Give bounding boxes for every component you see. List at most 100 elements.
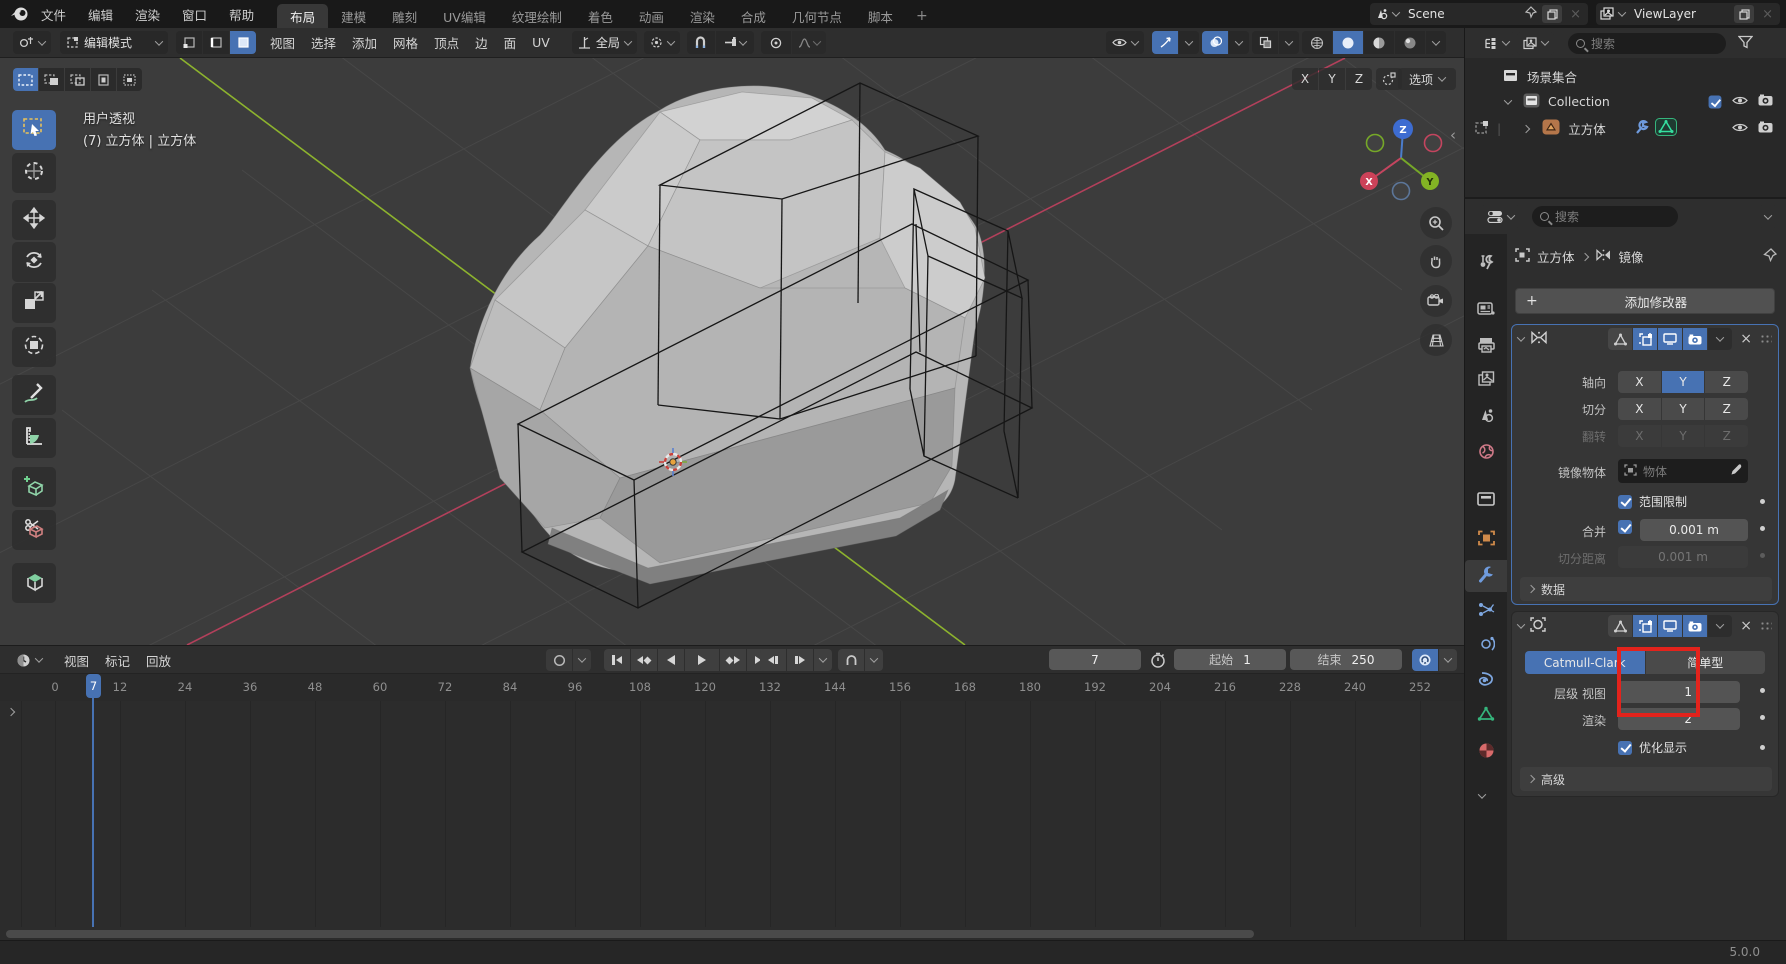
timeline-scrollbar[interactable]	[6, 930, 1254, 938]
menu-3[interactable]: 窗口	[171, 0, 218, 28]
viewport-menu-7[interactable]: UV	[524, 28, 558, 58]
play-reverse-button[interactable]	[658, 649, 684, 671]
tool-select-box-button[interactable]	[12, 110, 56, 150]
workspace-tab-3[interactable]: UV编辑	[430, 4, 499, 28]
hide-eye-icon[interactable]	[1732, 121, 1748, 136]
expand-icon[interactable]	[1522, 124, 1530, 132]
visibility-dropdown[interactable]	[1106, 31, 1144, 54]
shading-wireframe-button[interactable]	[1302, 31, 1332, 54]
properties-tab-output[interactable]	[1465, 331, 1507, 363]
tool-rip-region-button[interactable]	[12, 510, 56, 550]
animate-dot[interactable]	[1760, 526, 1765, 531]
viewport-menu-5[interactable]: 边	[467, 28, 496, 58]
workspace-tab-4[interactable]: 纹理绘制	[499, 4, 575, 28]
select-mode-edge-button[interactable]	[203, 31, 229, 54]
display-realtime-toggle[interactable]	[1658, 328, 1682, 350]
workspace-tab-2[interactable]: 雕刻	[379, 4, 430, 28]
auto-keying-dropdown[interactable]	[573, 649, 591, 671]
next-keyframe-button[interactable]	[720, 649, 746, 671]
outliner-filter-image-dropdown[interactable]	[1517, 32, 1554, 55]
mirror-axis-x-button[interactable]: X	[1618, 371, 1661, 393]
clipping-checkbox[interactable]	[1618, 495, 1632, 509]
mirror-axis-y-button[interactable]: Y	[1662, 371, 1705, 393]
workspace-tab-7[interactable]: 渲染	[677, 4, 728, 28]
mode-selector[interactable]: 编辑模式	[60, 31, 168, 54]
viewport-menu-1[interactable]: 选择	[303, 28, 344, 58]
expand-icon[interactable]	[1517, 333, 1525, 341]
workspace-tab-8[interactable]: 合成	[728, 4, 779, 28]
show-overlays-toggle[interactable]	[1202, 31, 1228, 54]
timeline-tracks[interactable]	[0, 701, 1464, 927]
show-gizmo-toggle[interactable]	[1152, 31, 1178, 54]
remove-view-layer-button[interactable]: ×	[1759, 7, 1776, 22]
properties-search-input[interactable]: 搜索	[1532, 206, 1678, 227]
properties-tab-scene[interactable]	[1465, 401, 1507, 433]
gizmo-dropdown[interactable]	[1179, 31, 1199, 54]
workspace-tab-0[interactable]: 布局	[277, 4, 328, 28]
tool-mirror-x-toggle[interactable]: X	[1292, 68, 1318, 90]
zoom-button[interactable]	[1420, 207, 1452, 239]
menu-4[interactable]: 帮助	[218, 0, 265, 28]
properties-tab-collection[interactable]	[1465, 484, 1507, 516]
properties-tab-material[interactable]	[1465, 736, 1507, 768]
viewport-menu-0[interactable]: 视图	[262, 28, 303, 58]
workspace-tab-5[interactable]: 着色	[575, 4, 626, 28]
outliner-search-input[interactable]: 搜索	[1568, 33, 1726, 54]
tool-mirror-y-toggle[interactable]: Y	[1319, 68, 1345, 90]
animate-dot[interactable]	[1760, 499, 1765, 504]
3d-viewport[interactable]: Z X Y XYZ 选项 用户透视 (7)	[0, 58, 1464, 645]
view-layer-selector[interactable]: ViewLayer ×	[1596, 3, 1780, 25]
jump-to-start-button[interactable]	[604, 649, 630, 671]
timeline-ruler[interactable]: 0122436486072849610812013214415616818019…	[0, 674, 1464, 701]
mirror-flip-x-button[interactable]: X	[1618, 425, 1661, 447]
select-mode-vertex-button[interactable]	[176, 31, 202, 54]
mirror-flip-z-button[interactable]: Z	[1705, 425, 1748, 447]
select-mode-face-button[interactable]	[230, 31, 256, 54]
display-realtime-toggle[interactable]	[1658, 615, 1682, 637]
scene-selector[interactable]: Scene ×	[1370, 3, 1588, 25]
collection-checkbox[interactable]	[1709, 95, 1722, 108]
gizmo-z-neg-axis[interactable]	[1393, 183, 1410, 200]
display-in-editmode-toggle[interactable]	[1633, 328, 1657, 350]
subdivision-panel-header[interactable]: ×	[1512, 612, 1778, 640]
display-on-cage-toggle[interactable]	[1608, 328, 1632, 350]
tool-move-button[interactable]	[12, 200, 56, 240]
pivot-point-selector[interactable]	[644, 31, 680, 54]
frame-step-dropdown[interactable]	[814, 649, 832, 671]
merge-checkbox[interactable]	[1618, 520, 1632, 534]
levels-render-field[interactable]: 2	[1618, 708, 1740, 730]
catmull-clark-button[interactable]: Catmull-Clark	[1525, 651, 1645, 674]
properties-filter-dropdown[interactable]	[1481, 205, 1520, 228]
eyedropper-icon[interactable]	[1729, 463, 1742, 479]
collection-row[interactable]: Collection	[1465, 89, 1786, 114]
menu-0[interactable]: 文件	[30, 0, 77, 28]
mirror-bisect-z-button[interactable]: Z	[1705, 398, 1748, 420]
timeline-menu-1[interactable]: 标记	[97, 645, 138, 675]
overlays-dropdown[interactable]	[1229, 31, 1249, 54]
new-scene-button[interactable]	[1542, 5, 1562, 23]
tool-extrude-region-button[interactable]	[12, 563, 56, 603]
tool-add-cube-button[interactable]	[12, 467, 56, 507]
snap-settings-dropdown[interactable]	[716, 31, 754, 54]
proportional-edit-toggle[interactable]	[761, 31, 791, 54]
tool-measure-button[interactable]	[12, 418, 56, 458]
properties-options-dropdown[interactable]	[1759, 205, 1777, 228]
merge-threshold-field[interactable]: 0.001 m	[1640, 519, 1748, 541]
properties-tab-constraints[interactable]	[1465, 665, 1507, 697]
breadcrumb-modifier-name[interactable]: 镜像	[1619, 247, 1644, 266]
disable-render-camera-icon[interactable]	[1758, 94, 1773, 109]
blender-logo-icon[interactable]	[10, 5, 29, 26]
shading-material-button[interactable]	[1364, 31, 1394, 54]
auto-keying-toggle[interactable]	[546, 649, 572, 671]
transform-orientation-selector[interactable]: 全局	[572, 31, 637, 54]
timeline-menu-0[interactable]: 视图	[56, 645, 97, 675]
car-mesh[interactable]	[470, 86, 985, 584]
modifier-extras-dropdown[interactable]	[1708, 615, 1732, 637]
shading-solid-button[interactable]	[1333, 31, 1363, 54]
unlink-scene-button[interactable]: ×	[1567, 7, 1584, 22]
gizmo-x-neg-axis[interactable]	[1425, 135, 1442, 152]
add-workspace-button[interactable]: +	[906, 4, 938, 28]
viewport-menu-4[interactable]: 顶点	[426, 28, 467, 58]
animate-dot[interactable]	[1760, 688, 1765, 693]
playhead-line[interactable]	[92, 698, 94, 927]
